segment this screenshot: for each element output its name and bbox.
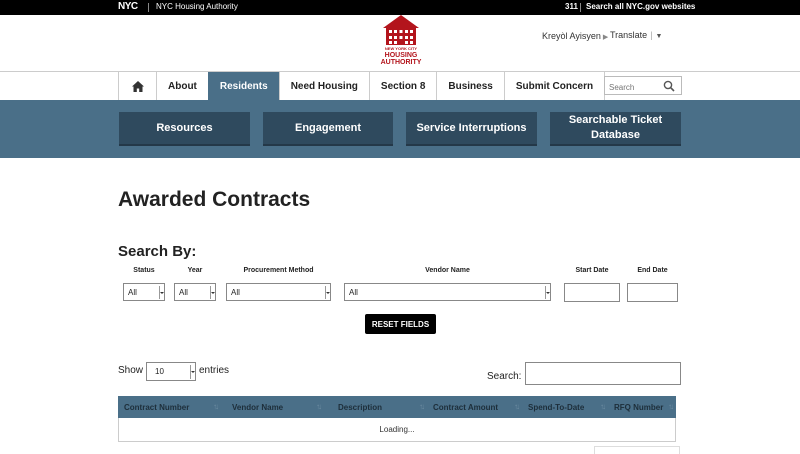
page-title: Awarded Contracts [118,188,311,211]
chevron-down-icon [545,286,550,299]
table-loading-row: Loading... [118,418,676,442]
sort-icon: ↑↓ [600,402,606,411]
subnav-engagement[interactable]: Engagement [263,112,393,146]
chevron-down-icon [190,365,195,379]
show-label: Show [118,365,144,376]
end-date-input[interactable] [627,283,678,302]
column-contract-number[interactable]: Contract Number ↑↓ [118,396,221,418]
table-search-label: Search: [487,371,522,382]
logo-line-1: NEW YORK CITY [384,46,418,51]
nav-need-housing[interactable]: Need Housing [278,72,369,100]
divider: | [650,30,653,40]
nav-home[interactable] [118,72,156,100]
nav-residents[interactable]: Residents [207,72,279,100]
subnav-resources[interactable]: Resources [119,112,250,146]
column-label: Contract Number [124,402,190,412]
nav-submit-concern[interactable]: Submit Concern [503,72,606,100]
column-rfq-number[interactable]: RFQ Number ↑↓ [608,396,676,418]
divider [148,3,149,12]
search-by-heading: Search By: [118,243,197,260]
sort-icon: ↑↓ [316,402,322,411]
vendor-name-select[interactable]: All [344,283,551,301]
sort-icon: ↑↓ [514,402,520,411]
column-vendor-name[interactable]: Vendor Name ↑↓ [221,396,324,418]
column-label: Contract Amount [433,402,499,412]
loading-text: Loading... [379,425,415,434]
search-all-nyc-link[interactable]: Search all NYC.gov websites [586,2,695,11]
procurement-method-label: Procurement Method [243,267,314,274]
column-label: Description [338,402,383,412]
procurement-method-select[interactable]: All [226,283,331,301]
end-date-label: End Date [637,267,668,274]
column-label: Vendor Name [232,402,284,412]
subnav-searchable-ticket-database[interactable]: Searchable Ticket Database [550,112,681,146]
nyc-logo[interactable]: NYC [118,1,138,12]
entries-per-page-select[interactable]: 10 [146,362,196,381]
status-select[interactable]: All [123,283,165,301]
sort-icon: ↑↓ [213,402,219,411]
language-label: Kreyòl Ayisyen [542,31,601,41]
logo-line-3: AUTHORITY [380,59,422,66]
chevron-down-icon [159,286,164,299]
nav-business[interactable]: Business [436,72,504,100]
logo-wordmark: NEW YORK CITY HOUSING AUTHORITY [374,45,428,66]
translate-label: Translate [610,30,648,40]
translate-dropdown[interactable]: Translate | ▼ [610,30,662,40]
chevron-down-icon [325,286,330,299]
entries-label: entries [199,365,230,376]
home-icon [131,80,144,92]
site-search [604,76,682,96]
sort-icon: ↑↓ [668,402,674,411]
column-label: Spend-To-Date [528,402,585,412]
start-date-input[interactable] [564,283,620,302]
column-spend-to-date[interactable]: Spend-To-Date ↑↓ [522,396,608,418]
table-search-input[interactable] [525,362,681,385]
status-value: All [128,287,137,297]
language-selector[interactable]: Kreyòl Ayisyen ▶ [542,31,608,41]
year-label: Year [187,267,203,274]
chevron-down-icon [210,286,215,299]
nav-about[interactable]: About [156,72,208,100]
site-search-input[interactable] [605,79,661,96]
sort-icon: ↑↓ [419,402,425,411]
chevron-right-icon: ▶ [602,34,609,41]
start-date-label: Start Date [575,267,609,274]
main-nav: About Residents Need Housing Section 8 B… [118,72,606,100]
column-label: RFQ Number [614,402,664,412]
entries-per-page-value: 10 [155,367,164,376]
divider [580,3,581,12]
nav-section-8[interactable]: Section 8 [368,72,437,100]
search-icon[interactable] [663,80,675,92]
column-contract-amount[interactable]: Contract Amount ↑↓ [427,396,522,418]
column-description[interactable]: Description ↑↓ [324,396,427,418]
pagination[interactable] [594,446,680,454]
table-header: Contract Number ↑↓ Vendor Name ↑↓ Descript… [118,396,676,418]
status-label: Status [133,267,155,274]
procurement-method-value: All [231,287,240,297]
subnav-service-interruptions[interactable]: Service Interruptions [406,112,537,146]
vendor-name-label: Vendor Name [425,267,470,274]
year-select[interactable]: All [174,283,216,301]
year-value: All [179,287,188,297]
logo-line-2: HOUSING [384,52,418,59]
311-link[interactable]: 311 [565,2,578,11]
nyc-top-bar: NYC NYC Housing Authority 311 Search all… [0,0,800,15]
reset-fields-button[interactable]: RESET FIELDS [365,314,436,334]
chevron-down-icon: ▼ [655,33,663,40]
vendor-name-value: All [349,287,358,297]
agency-link[interactable]: NYC Housing Authority [156,2,238,11]
